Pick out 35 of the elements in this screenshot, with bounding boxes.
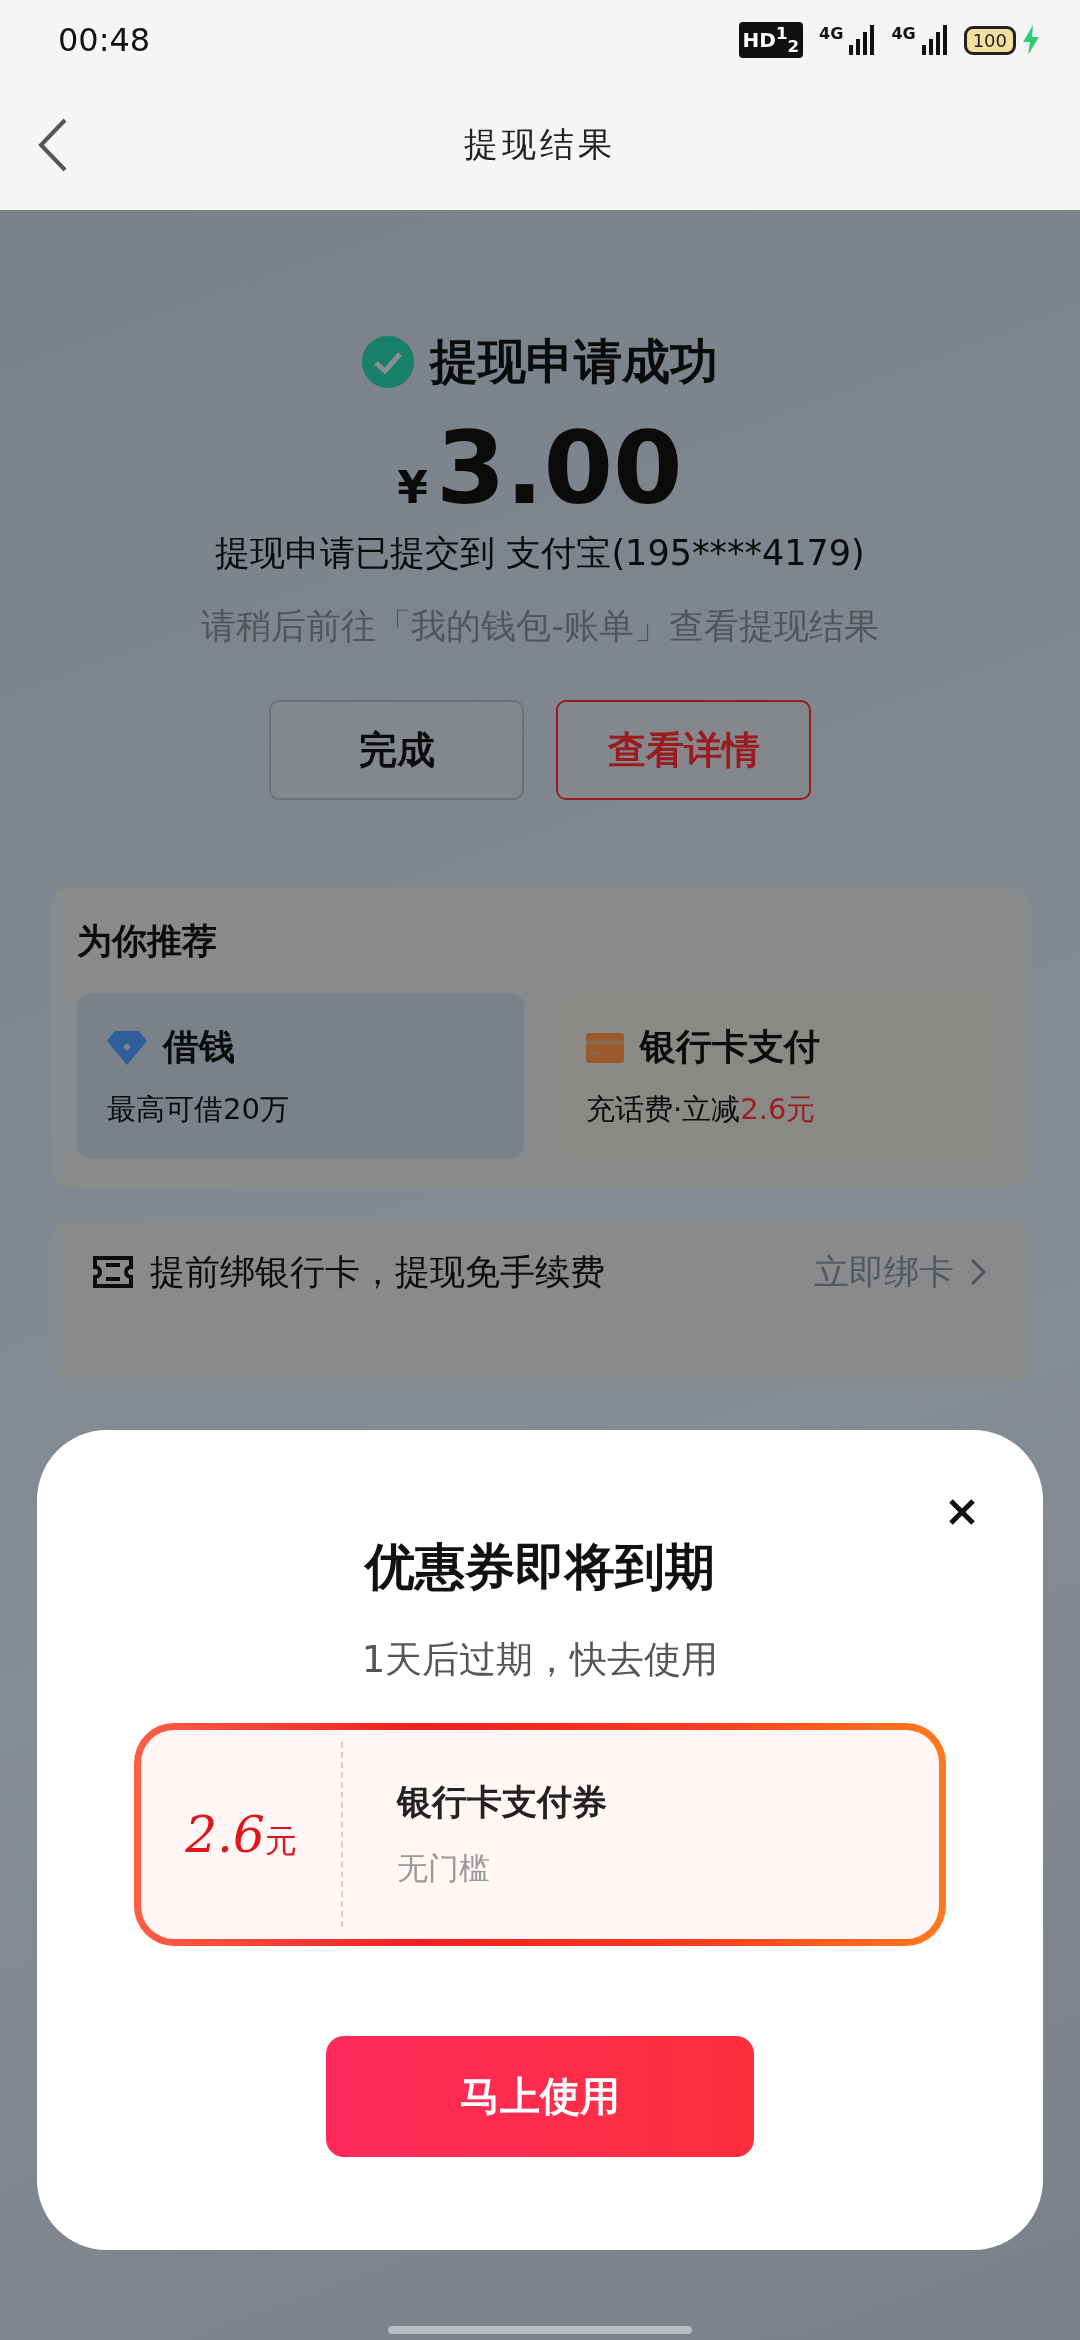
item-title: 银行卡支付 bbox=[640, 1025, 820, 1069]
network-label: 4G bbox=[819, 24, 844, 44]
battery-level: 100 bbox=[963, 25, 1016, 55]
back-icon[interactable] bbox=[38, 118, 68, 172]
recommend-item[interactable]: 借钱 最高可借20万 bbox=[77, 993, 524, 1159]
item-subtitle: 充话费·立减2.6元 bbox=[586, 1091, 817, 1128]
ticket-icon bbox=[92, 1255, 134, 1289]
section-title: 为你推荐 bbox=[77, 920, 218, 963]
network-label: 4G bbox=[891, 24, 916, 44]
done-button[interactable]: 完成 bbox=[269, 700, 524, 800]
item-title: 借钱 bbox=[163, 1025, 235, 1069]
dialog-subtitle: 1天后过期，快去使用 bbox=[361, 1637, 719, 1683]
recommend-item[interactable]: 银行卡支付 充话费·立减2.6元 bbox=[556, 993, 1003, 1159]
check-icon bbox=[362, 336, 414, 388]
status-time: 00:48 bbox=[58, 21, 151, 59]
bind-text: 提前绑银行卡，提现免手续费 bbox=[150, 1250, 606, 1294]
submitted-text: 提现申请已提交到 支付宝(195****4179) bbox=[215, 532, 865, 575]
page-title: 提现结果 bbox=[464, 123, 616, 166]
coupon-amount: 2.6元 bbox=[185, 1805, 297, 1864]
use-now-button[interactable]: 马上使用 bbox=[326, 2036, 754, 2157]
signal-icon bbox=[849, 25, 876, 55]
charging-icon bbox=[1022, 25, 1040, 55]
diamond-icon bbox=[107, 1030, 147, 1065]
close-icon[interactable] bbox=[948, 1498, 976, 1526]
signal-icon bbox=[921, 25, 948, 55]
amount: 3.00 bbox=[435, 414, 683, 524]
currency-symbol: ¥ bbox=[397, 462, 428, 513]
coupon-condition: 无门槛 bbox=[397, 1849, 491, 1888]
chevron-right-icon bbox=[970, 1258, 986, 1286]
coupon-name: 银行卡支付券 bbox=[397, 1781, 607, 1824]
card-icon bbox=[586, 1032, 624, 1063]
item-subtitle: 最高可借20万 bbox=[107, 1091, 290, 1128]
coupon-card[interactable]: 2.6元 银行卡支付券 无门槛 bbox=[134, 1723, 946, 1946]
result-status: 提现申请成功 bbox=[430, 332, 718, 391]
dialog-title: 优惠券即将到期 bbox=[365, 1537, 715, 1598]
